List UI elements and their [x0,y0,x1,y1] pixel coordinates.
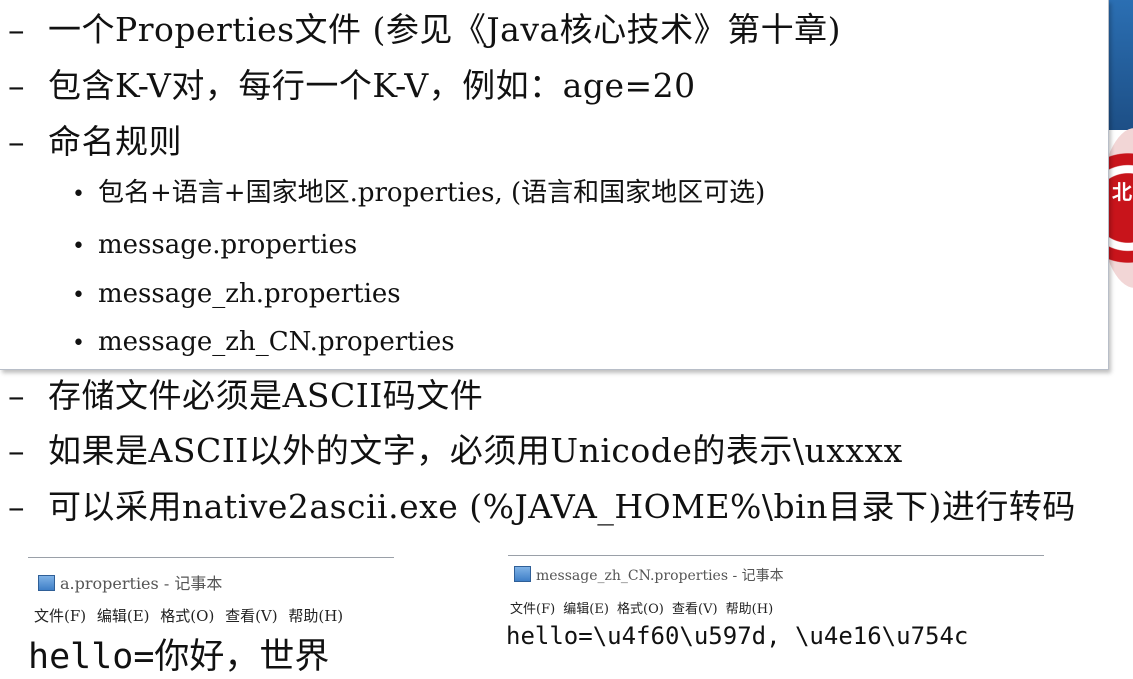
bullet-line-naming-rules: – 命名规则 [8,122,182,161]
bullet-line-properties-file: – 一个Properties文件 (参见《Java核心技术》第十章) [8,10,842,49]
sub-bullet-message-zh-cn: • message_zh_CN.properties [72,327,455,357]
overlay-content-box: – 一个Properties文件 (参见《Java核心技术》第十章) – 包含K-V… [0,0,1109,370]
notepad-right-titlebar[interactable]: message_zh_CN.properties - 记事本 [514,565,784,585]
notepad-left-titlebar[interactable]: a.properties - 记事本 [38,570,222,594]
notepad-icon [514,566,531,582]
sub-bullet-pattern: • 包名+语言+国家地区.properties, (语言和国家地区可选) [72,178,766,208]
slide-edge-strip [1106,0,1133,130]
notepad-icon [38,575,55,591]
notepad-left-menubar[interactable]: 文件(F) 编辑(E) 格式(O) 查看(V) 帮助(H) [34,605,343,626]
bullet-line-ascii-file: – 存储文件必须是ASCII码文件 [8,376,484,415]
notepad-left-content[interactable]: hello=你好，世界 [28,628,329,679]
sub-bullet-message: • message.properties [72,230,358,260]
sub-bullet-message-zh: • message_zh.properties [72,279,401,309]
bullet-line-kv-pairs: – 包含K-V对，每行一个K-V，例如：age=20 [8,66,696,105]
notepad-left-title: a.properties - 记事本 [60,574,223,593]
notepad-right-title: message_zh_CN.properties - 记事本 [536,568,784,584]
bullet-line-native2ascii: – 可以采用native2ascii.exe (%JAVA_HOME%\bin目录… [8,487,1076,526]
notepad-left-border [28,557,394,558]
notepad-right-menubar[interactable]: 文件(F) 编辑(E) 格式(O) 查看(V) 帮助(H) [510,598,773,617]
notepad-right-border [508,555,1044,556]
notepad-right-content[interactable]: hello=\u4f60\u597d, \u4e16\u754c [506,622,968,650]
bullet-line-unicode: – 如果是ASCII以外的文字，必须用Unicode的表示\uxxxx [8,431,903,470]
